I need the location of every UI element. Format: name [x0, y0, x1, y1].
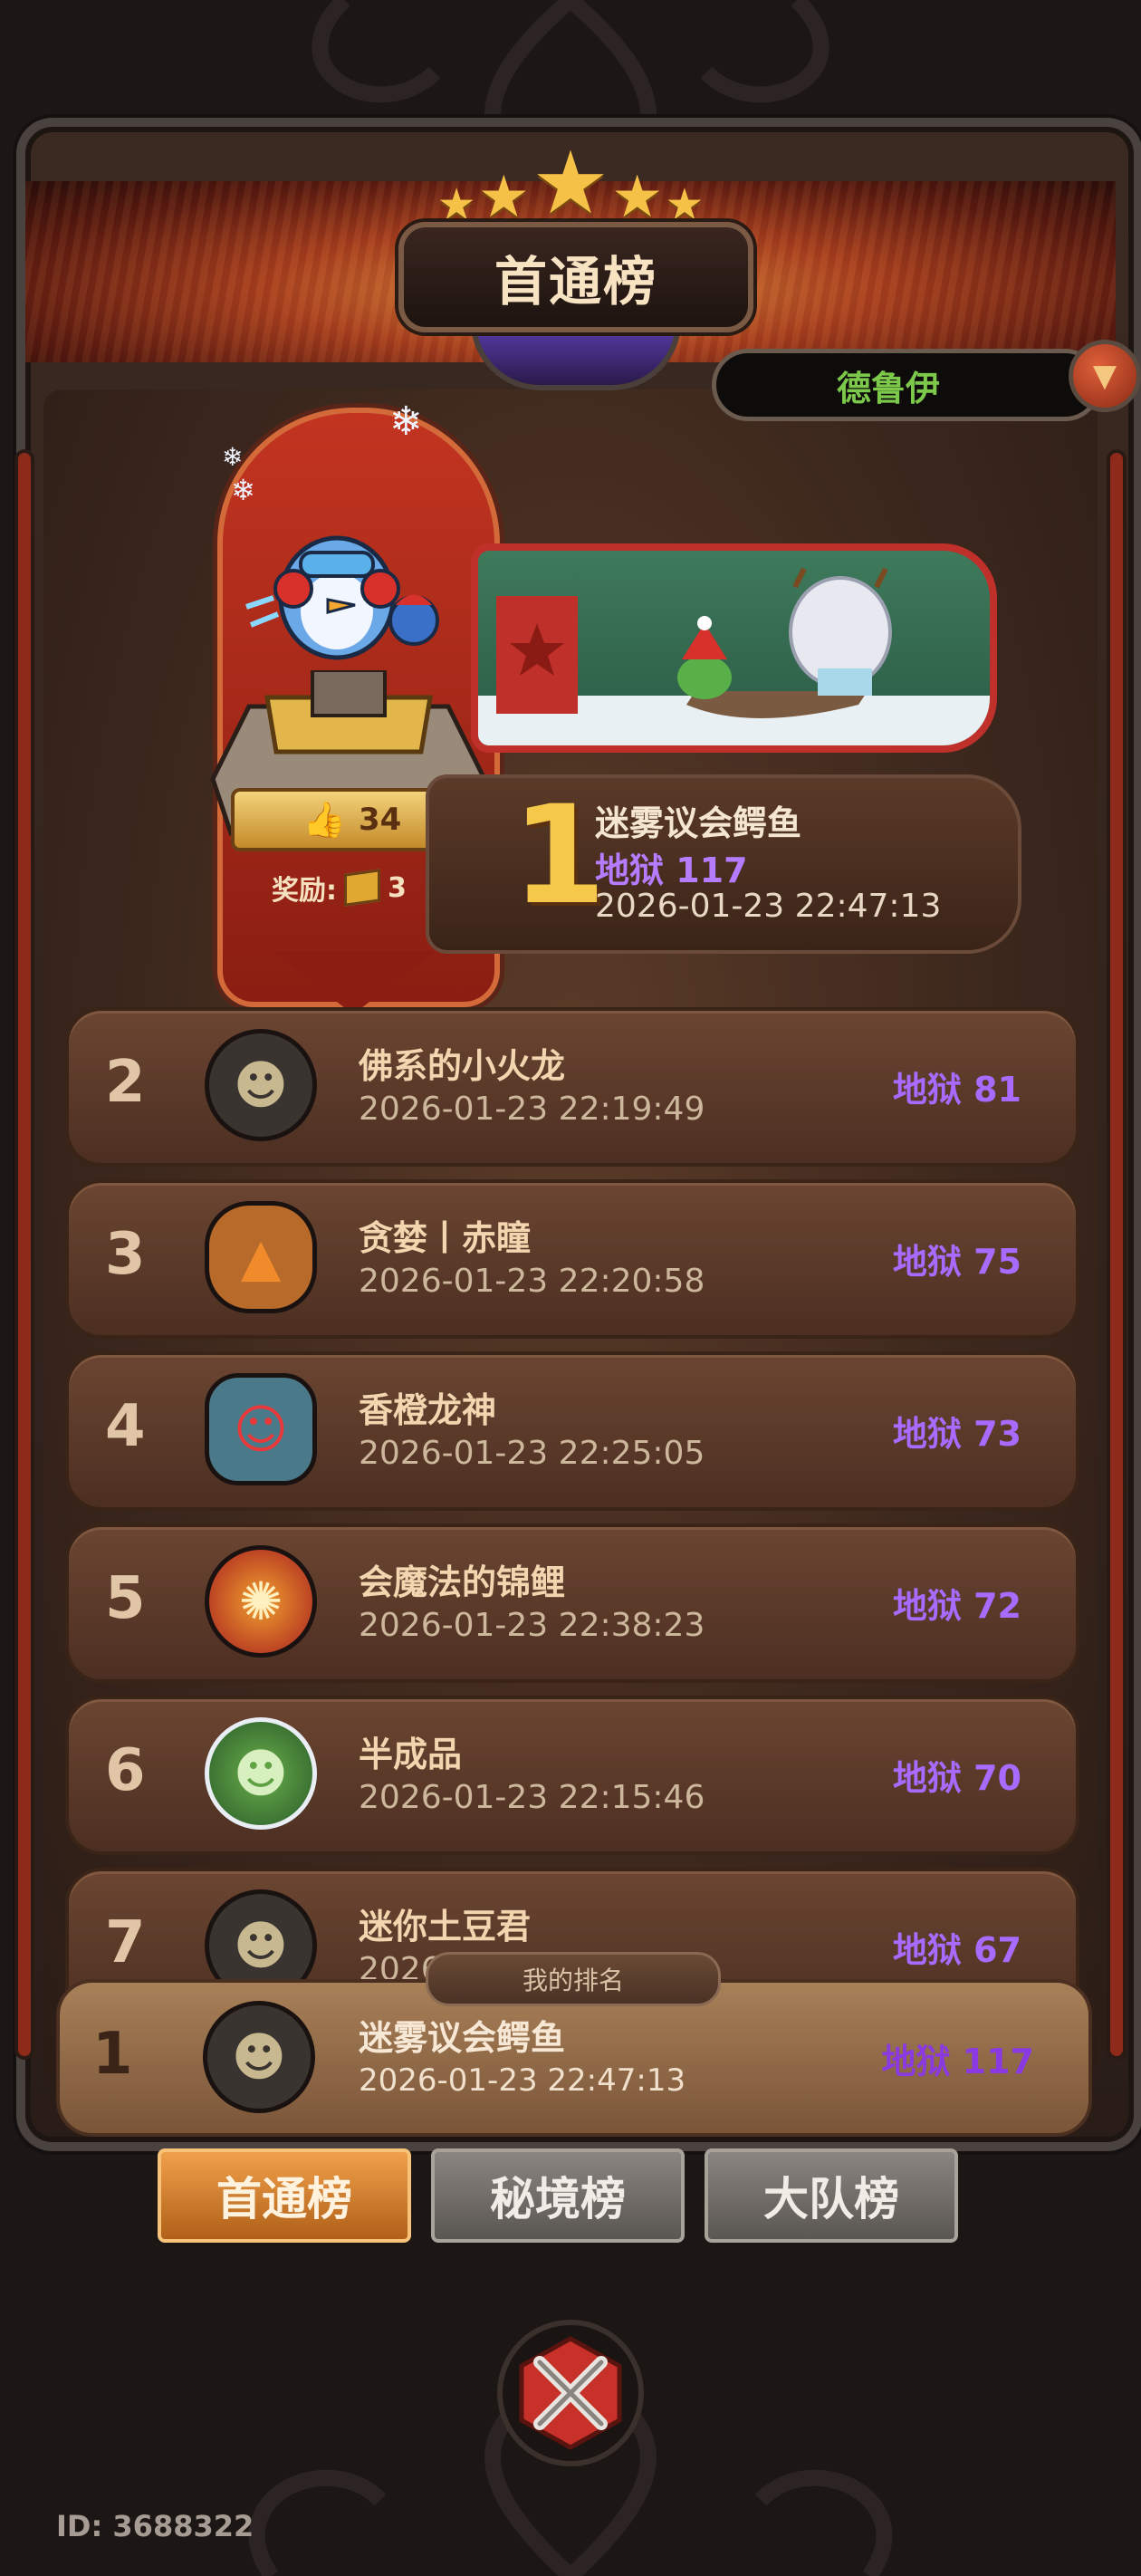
clear-time: 2026-01-23 22:20:58 — [359, 1263, 705, 1300]
difficulty-level: 地狱 81 — [892, 1070, 1021, 1110]
difficulty-level: 地狱 75 — [892, 1242, 1021, 1282]
snowflake-icon: ❄ — [389, 399, 423, 445]
star-icon: ★ — [531, 132, 610, 234]
class-dropdown-button[interactable]: ▼ — [1069, 340, 1141, 412]
triangle-down-icon: ▼ — [1092, 358, 1117, 394]
snowflake-icon: ❄ — [222, 442, 244, 472]
page-title: 首通榜 — [494, 251, 657, 312]
my-rank-number: 1 — [92, 2021, 133, 2088]
class-selector-value: 德鲁伊 — [836, 368, 940, 409]
star-icon: ★ — [477, 164, 530, 231]
goblin-avatar-icon: ☻ — [203, 2001, 315, 2113]
difficulty-level: 地狱 70 — [892, 1758, 1021, 1798]
like-count: 34 — [359, 802, 402, 838]
rank-row[interactable]: 3 ▲ 贪婪丨赤瞳 2026-01-23 22:20:58 地狱 75 — [65, 1179, 1079, 1339]
player-name: 佛系的小火龙 — [359, 1046, 566, 1086]
rank-number: 3 — [105, 1221, 146, 1288]
class-selector[interactable]: 德鲁伊 — [712, 349, 1101, 421]
rank-row[interactable]: 5 ✺ 会魔法的锦鲤 2026-01-23 22:38:23 地狱 72 — [65, 1523, 1079, 1683]
crate-icon — [344, 869, 380, 907]
first-place-name: 迷雾议会鳄鱼 — [595, 803, 802, 843]
star-icon: ★ — [436, 179, 476, 230]
reward-info: 奖励: 3 — [272, 868, 407, 908]
my-rank-label: 我的排名 — [522, 1966, 624, 1995]
clear-time: 2026-01-23 22:38:23 — [359, 1607, 705, 1644]
rank-number: 6 — [105, 1737, 146, 1804]
my-player-name: 迷雾议会鳄鱼 — [359, 2018, 566, 2058]
rank-number: 7 — [105, 1909, 146, 1976]
astronaut-avatar-icon: ☻ — [205, 1717, 317, 1830]
clown-avatar-icon: ☺ — [205, 1373, 317, 1485]
first-place-difficulty: 地狱 117 — [595, 851, 748, 890]
penguin-hero-icon — [245, 535, 439, 660]
tab-squad[interactable]: 大队榜 — [705, 2148, 958, 2243]
difficulty-level: 地狱 67 — [892, 1930, 1021, 1970]
sack-monster-avatar-icon: ▲ — [205, 1201, 317, 1313]
rank-row[interactable]: 4 ☺ 香橙龙神 2026-01-23 22:25:05 地狱 73 — [65, 1351, 1079, 1511]
my-clear-time: 2026-01-23 22:47:13 — [359, 2062, 686, 2099]
rank-number: 5 — [105, 1565, 146, 1632]
christmas-sled-icon — [478, 567, 990, 745]
rank-row[interactable]: 6 ☻ 半成品 2026-01-23 22:15:46 地狱 70 — [65, 1696, 1079, 1855]
tab-secret-realm[interactable]: 秘境榜 — [431, 2148, 685, 2243]
player-name: 香橙龙神 — [359, 1390, 497, 1430]
tab-first-clear[interactable]: 首通榜 — [158, 2148, 411, 2243]
thumbs-up-icon: 👍 — [302, 799, 346, 840]
rank-row[interactable]: 2 ☻ 佛系的小火龙 2026-01-23 22:19:49 地狱 81 — [65, 1007, 1079, 1167]
fire-orb-avatar-icon: ✺ — [205, 1545, 317, 1658]
player-name: 半成品 — [359, 1735, 463, 1774]
player-name: 迷你土豆君 — [359, 1907, 532, 1946]
rank-list[interactable]: 2 ☻ 佛系的小火龙 2026-01-23 22:19:49 地狱 81 3 ▲… — [65, 1007, 1079, 2040]
skin-showcase — [471, 543, 997, 753]
title-plate: 首通榜 — [398, 222, 753, 332]
first-place-time: 2026-01-23 22:47:13 — [595, 888, 942, 925]
close-button[interactable] — [496, 2319, 645, 2467]
reward-label: 奖励: — [272, 875, 337, 907]
user-id: ID: 3688322 — [56, 2509, 254, 2543]
left-rail — [18, 453, 31, 2056]
goblin-avatar-icon: ☻ — [205, 1029, 317, 1141]
leaderboard-tabs[interactable]: 首通榜 秘境榜 大队榜 — [158, 2148, 958, 2243]
right-rail — [1110, 453, 1123, 2056]
difficulty-level: 地狱 72 — [892, 1586, 1021, 1626]
rank-number: 4 — [105, 1393, 146, 1460]
player-name: 会魔法的锦鲤 — [359, 1562, 566, 1602]
player-name: 贪婪丨赤瞳 — [359, 1218, 532, 1258]
difficulty-level: 地狱 73 — [892, 1414, 1021, 1454]
star-icon: ★ — [611, 164, 664, 231]
clear-time: 2026-01-23 22:19:49 — [359, 1091, 705, 1128]
rank-number: 2 — [105, 1049, 146, 1116]
star-rating: ★ ★ ★ ★ ★ — [421, 136, 720, 226]
my-difficulty-level: 地狱 117 — [881, 2042, 1034, 2081]
first-place-rank: 1 — [512, 777, 607, 935]
clear-time: 2026-01-23 22:15:46 — [359, 1779, 705, 1816]
reward-count: 3 — [388, 871, 407, 904]
clear-time: 2026-01-23 22:25:05 — [359, 1435, 705, 1472]
close-icon — [497, 2320, 644, 2466]
star-icon: ★ — [665, 179, 705, 230]
my-rank-tag: 我的排名 — [426, 1952, 721, 2006]
